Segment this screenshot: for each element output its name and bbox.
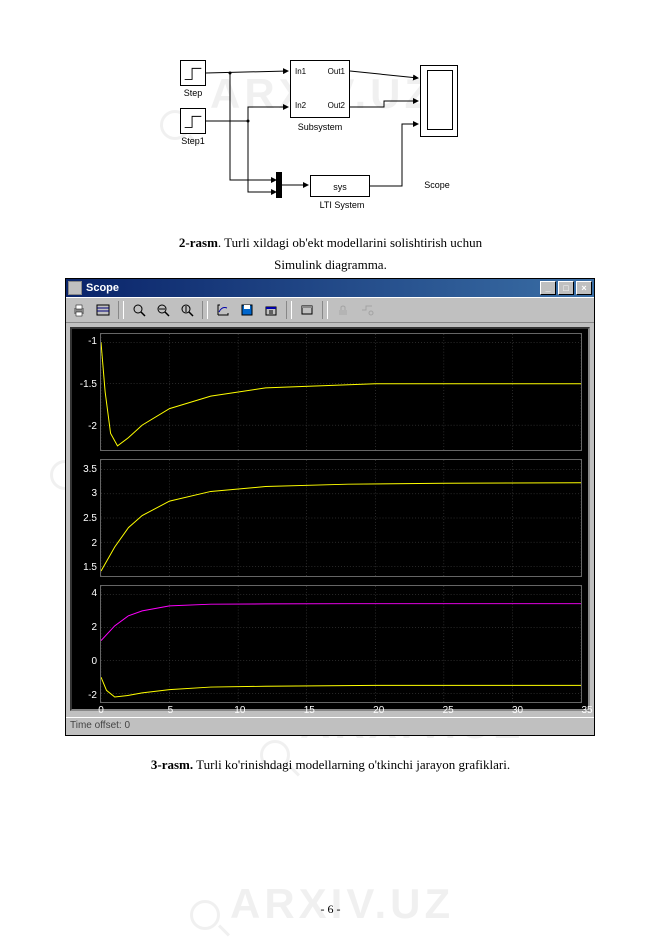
subsystem-block: In1 Out1 In2 Out2 bbox=[290, 60, 350, 118]
x-tick-label: 0 bbox=[91, 705, 111, 716]
y-tick-label: 2 bbox=[73, 538, 97, 549]
lti-system-block-label: LTI System bbox=[302, 200, 382, 210]
subplot-2[interactable]: 3.532.521.5 bbox=[100, 459, 582, 577]
y-tick-label: -2 bbox=[73, 690, 97, 701]
y-tick-label: -1 bbox=[73, 336, 97, 347]
y-tick-label: 1.5 bbox=[73, 562, 97, 573]
close-button[interactable]: × bbox=[576, 281, 592, 295]
step-block bbox=[180, 60, 206, 86]
y-tick-label: 3 bbox=[73, 488, 97, 499]
step1-block bbox=[180, 108, 206, 134]
maximize-button[interactable]: □ bbox=[558, 281, 574, 295]
window-title: Scope bbox=[86, 282, 538, 294]
signal-selection-button[interactable] bbox=[356, 300, 378, 320]
figure2-caption-line2: Simulink diagramma. bbox=[0, 255, 661, 276]
port-in2-label: In2 bbox=[295, 101, 306, 110]
y-tick-label: 2.5 bbox=[73, 513, 97, 524]
chart-3-svg bbox=[101, 586, 581, 702]
x-tick-label: 25 bbox=[438, 705, 458, 716]
port-in1-label: In1 bbox=[295, 67, 306, 76]
chart-2-svg bbox=[101, 460, 581, 576]
lti-system-block: sys bbox=[310, 175, 370, 197]
x-tick-label: 20 bbox=[369, 705, 389, 716]
figure3-caption-bold: 3-rasm. bbox=[151, 757, 193, 772]
titlebar: Scope _ □ × bbox=[66, 279, 594, 297]
toolbar bbox=[66, 297, 594, 323]
parameters-button[interactable] bbox=[92, 300, 114, 320]
y-tick-label: -2 bbox=[73, 421, 97, 432]
restore-axes-button[interactable] bbox=[260, 300, 282, 320]
x-tick-label: 10 bbox=[230, 705, 250, 716]
print-button[interactable] bbox=[68, 300, 90, 320]
figure3-caption: 3-rasm. Turli ko'rinishdagi modellarning… bbox=[0, 755, 661, 776]
y-tick-label: 4 bbox=[73, 588, 97, 599]
scope-block-screen bbox=[427, 70, 453, 130]
simulink-diagram: Step Step1 In1 Out1 In2 Out2 Subsystem s… bbox=[180, 60, 480, 220]
x-tick-label: 35 bbox=[577, 705, 597, 716]
page-number: - 6 - bbox=[0, 902, 661, 917]
x-tick-label: 5 bbox=[160, 705, 180, 716]
y-tick-label: -1.5 bbox=[73, 379, 97, 390]
y-tick-label: 2 bbox=[73, 622, 97, 633]
zoom-x-button[interactable] bbox=[152, 300, 174, 320]
scope-window-icon bbox=[68, 281, 82, 295]
minimize-button[interactable]: _ bbox=[540, 281, 556, 295]
scope-block bbox=[420, 65, 458, 137]
chart-1-svg bbox=[101, 334, 581, 450]
port-out1-label: Out1 bbox=[328, 67, 345, 76]
toolbar-separator bbox=[322, 301, 328, 319]
zoom-button[interactable] bbox=[128, 300, 150, 320]
toolbar-separator bbox=[118, 301, 124, 319]
x-tick-label: 15 bbox=[299, 705, 319, 716]
x-tick-label: 30 bbox=[508, 705, 528, 716]
lock-axes-button[interactable] bbox=[332, 300, 354, 320]
port-out2-label: Out2 bbox=[328, 101, 345, 110]
subsystem-block-label: Subsystem bbox=[290, 122, 350, 132]
scope-window: Scope _ □ × -1-1.5-2 3.532.521.5 420-205… bbox=[65, 278, 595, 736]
step1-block-label: Step1 bbox=[173, 136, 213, 146]
figure2-caption-bold: 2-rasm bbox=[179, 235, 218, 250]
statusbar: Time offset: 0 bbox=[66, 717, 594, 735]
figure2-caption-line1: 2-rasm. Turli xildagi ob'ekt modellarini… bbox=[0, 233, 661, 254]
autoscale-button[interactable] bbox=[212, 300, 234, 320]
figure2-caption-text: . Turli xildagi ob'ekt modellarini solis… bbox=[218, 235, 482, 250]
subplot-1[interactable]: -1-1.5-2 bbox=[100, 333, 582, 451]
y-tick-label: 0 bbox=[73, 656, 97, 667]
floating-scope-button[interactable] bbox=[296, 300, 318, 320]
figure3-caption-text: Turli ko'rinishdagi modellarning o'tkinc… bbox=[193, 757, 510, 772]
save-axes-button[interactable] bbox=[236, 300, 258, 320]
toolbar-separator bbox=[286, 301, 292, 319]
plot-area: -1-1.5-2 3.532.521.5 420-205101520253035 bbox=[70, 327, 590, 711]
toolbar-separator bbox=[202, 301, 208, 319]
subplot-3[interactable]: 420-205101520253035 bbox=[100, 585, 582, 703]
y-tick-label: 3.5 bbox=[73, 464, 97, 475]
zoom-y-button[interactable] bbox=[176, 300, 198, 320]
step-block-label: Step bbox=[173, 88, 213, 98]
scope-block-label: Scope bbox=[412, 180, 462, 190]
